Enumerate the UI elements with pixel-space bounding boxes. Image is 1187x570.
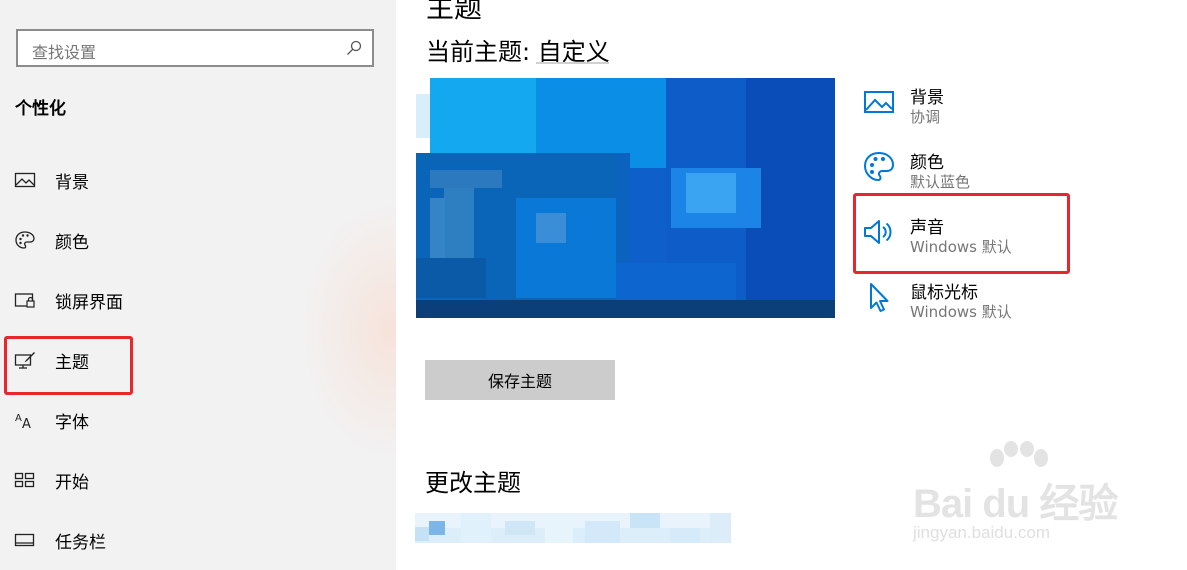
sidebar-item-label: 字体 xyxy=(55,413,89,433)
sidebar-item-label: 任务栏 xyxy=(55,533,106,553)
theme-thumbnails-mosaic xyxy=(415,513,731,543)
property-value: Windows 默认 xyxy=(910,303,1012,321)
search-icon[interactable] xyxy=(346,40,362,56)
property-background[interactable]: 背景 协调 xyxy=(860,80,1080,136)
palette-icon xyxy=(15,231,35,249)
sidebar-item-label: 开始 xyxy=(55,473,89,493)
property-title: 颜色 xyxy=(910,153,944,173)
property-value: 默认蓝色 xyxy=(910,173,971,191)
section-title: 个性化 xyxy=(15,99,66,119)
picture-icon xyxy=(864,91,894,113)
picture-icon xyxy=(14,172,36,188)
svg-text:A: A xyxy=(22,417,31,430)
svg-text:A: A xyxy=(15,413,22,424)
change-theme-heading: 更改主题 xyxy=(425,469,521,497)
save-theme-button[interactable]: 保存主题 xyxy=(425,360,615,400)
taskbar-icon xyxy=(14,533,35,547)
palette-icon xyxy=(863,151,895,182)
theme-preview-mosaic xyxy=(416,78,835,318)
sidebar-item-label: 背景 xyxy=(55,173,89,193)
baidu-watermark: Bai du 经验 jingyan.baidu.com xyxy=(905,438,1155,548)
sidebar: 查找设置 个性化 背景 颜色 锁屏界面 主题 A A 字体 开始 任务栏 xyxy=(0,0,396,570)
font-icon: A A xyxy=(15,413,31,430)
sidebar-item-lock-screen[interactable]: 锁屏界面 xyxy=(0,276,380,324)
page-title-partial: 主题 xyxy=(426,0,483,24)
sidebar-item-fonts[interactable]: A A 字体 xyxy=(0,396,380,444)
watermark-url: jingyan.baidu.com xyxy=(913,523,1051,542)
start-grid-icon xyxy=(14,472,35,488)
property-value: 协调 xyxy=(910,108,941,126)
property-mouse-cursor[interactable]: 鼠标光标 Windows 默认 xyxy=(860,275,1080,331)
theme-preview-image xyxy=(416,78,835,318)
watermark-text: Bai du 经验 xyxy=(913,482,1118,526)
sidebar-item-start[interactable]: 开始 xyxy=(0,456,380,504)
sidebar-item-label: 锁屏界面 xyxy=(55,293,123,313)
cursor-icon xyxy=(870,283,889,312)
property-title: 鼠标光标 xyxy=(910,283,978,303)
current-theme-underline xyxy=(536,62,609,64)
property-title: 背景 xyxy=(910,88,944,108)
lock-screen-icon xyxy=(14,293,35,308)
highlight-box-themes xyxy=(4,336,133,395)
sidebar-item-background[interactable]: 背景 xyxy=(0,156,380,204)
highlight-box-sound xyxy=(853,193,1070,274)
sidebar-item-label: 颜色 xyxy=(55,233,89,253)
search-input[interactable]: 查找设置 xyxy=(32,39,96,63)
sidebar-item-taskbar[interactable]: 任务栏 xyxy=(0,516,380,564)
search-box[interactable]: 查找设置 xyxy=(16,29,374,67)
sidebar-item-colors[interactable]: 颜色 xyxy=(0,216,380,264)
theme-thumbnails-strip[interactable] xyxy=(415,513,731,543)
